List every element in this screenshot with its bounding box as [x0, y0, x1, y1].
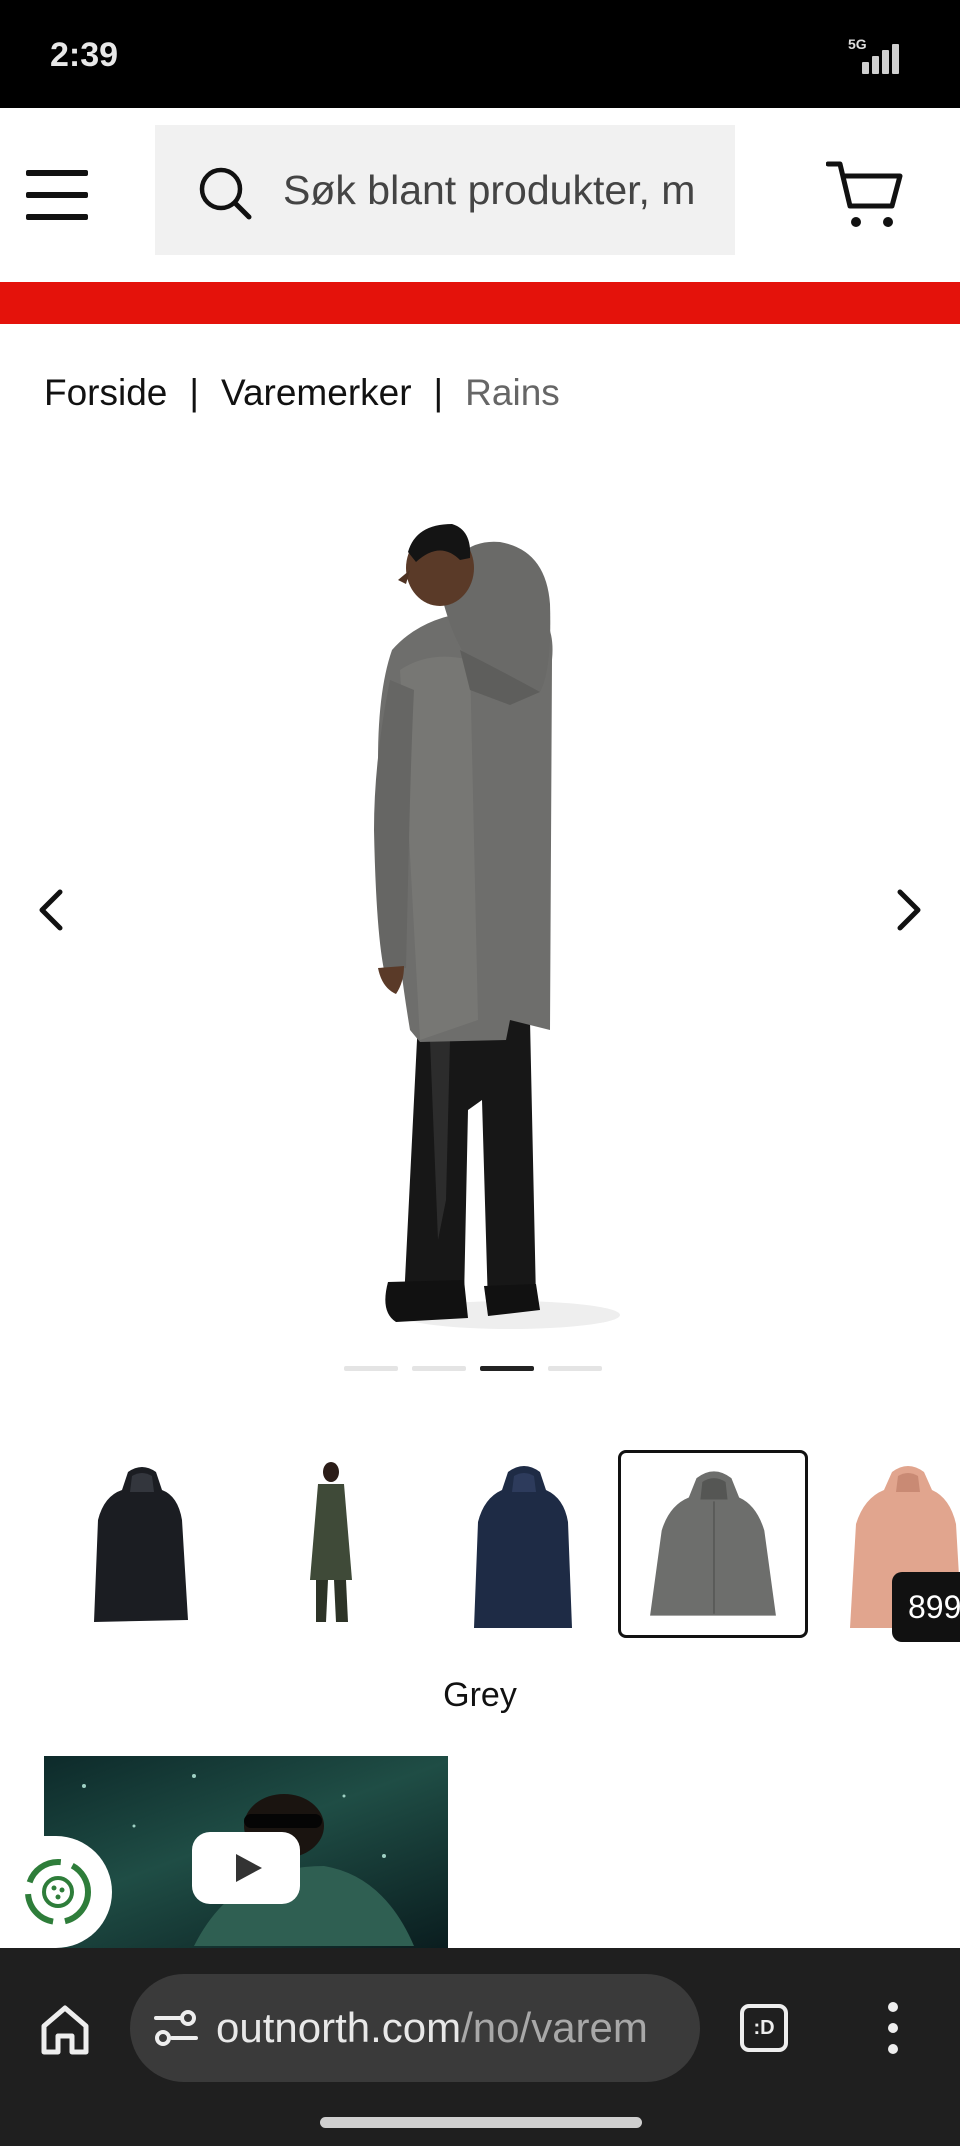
price-badge: 899 [892, 1572, 960, 1642]
variant-thumb-green[interactable] [236, 1450, 426, 1638]
color-variant-list [0, 1448, 960, 1644]
status-time: 2:39 [50, 36, 119, 74]
status-bar: 2:39 5G [0, 0, 960, 108]
product-gallery[interactable] [0, 480, 960, 1340]
recycle-badge[interactable] [0, 1836, 112, 1948]
home-icon[interactable] [38, 2002, 92, 2056]
cart-icon[interactable] [826, 158, 906, 232]
site-settings-icon[interactable] [152, 2008, 200, 2048]
variant-thumb-navy[interactable] [428, 1450, 618, 1638]
search-icon [199, 167, 252, 220]
search-input[interactable]: Søk blant produkter, m [283, 125, 733, 255]
breadcrumb-separator: | [189, 372, 200, 413]
signal-icon: 5G [838, 36, 899, 76]
variant-thumb-black[interactable] [46, 1450, 236, 1638]
breadcrumb-separator: | [433, 372, 444, 413]
url-path: /no/varem [461, 2004, 648, 2051]
chevron-right-icon[interactable] [884, 880, 934, 940]
selected-color-label: Grey [443, 1676, 517, 1714]
breadcrumb-home[interactable]: Forside [44, 372, 167, 413]
variant-thumb-grey[interactable] [618, 1450, 808, 1638]
url-domain: outnorth.com [216, 2004, 462, 2051]
url-text[interactable]: outnorth.com/no/varem [216, 1974, 648, 2082]
gallery-dot[interactable] [412, 1366, 466, 1371]
play-button[interactable] [192, 1832, 300, 1904]
address-bar[interactable]: outnorth.com/no/varem [130, 1974, 700, 2082]
recycle-icon [25, 1859, 91, 1925]
gesture-navigation-bar[interactable] [320, 2117, 642, 2128]
gallery-dot-active[interactable] [480, 1366, 534, 1371]
play-icon [236, 1854, 262, 1882]
search-box[interactable]: Søk blant produkter, m [155, 125, 735, 255]
hamburger-menu-button[interactable] [26, 170, 88, 222]
chevron-left-icon[interactable] [26, 880, 76, 940]
site-header: Søk blant produkter, m [0, 108, 960, 282]
gallery-dot[interactable] [548, 1366, 602, 1371]
breadcrumb-current: Rains [465, 372, 560, 413]
more-menu-icon[interactable] [878, 2000, 908, 2056]
tab-switcher-button[interactable]: :D [740, 2004, 788, 2052]
gallery-dot[interactable] [344, 1366, 398, 1371]
gallery-pagination [344, 1366, 604, 1374]
promo-banner[interactable] [0, 282, 960, 324]
product-image [374, 524, 620, 1329]
network-type: 5G [848, 36, 867, 52]
breadcrumb: Forside | Varemerker | Rains [44, 372, 560, 414]
breadcrumb-brands[interactable]: Varemerker [221, 372, 412, 413]
